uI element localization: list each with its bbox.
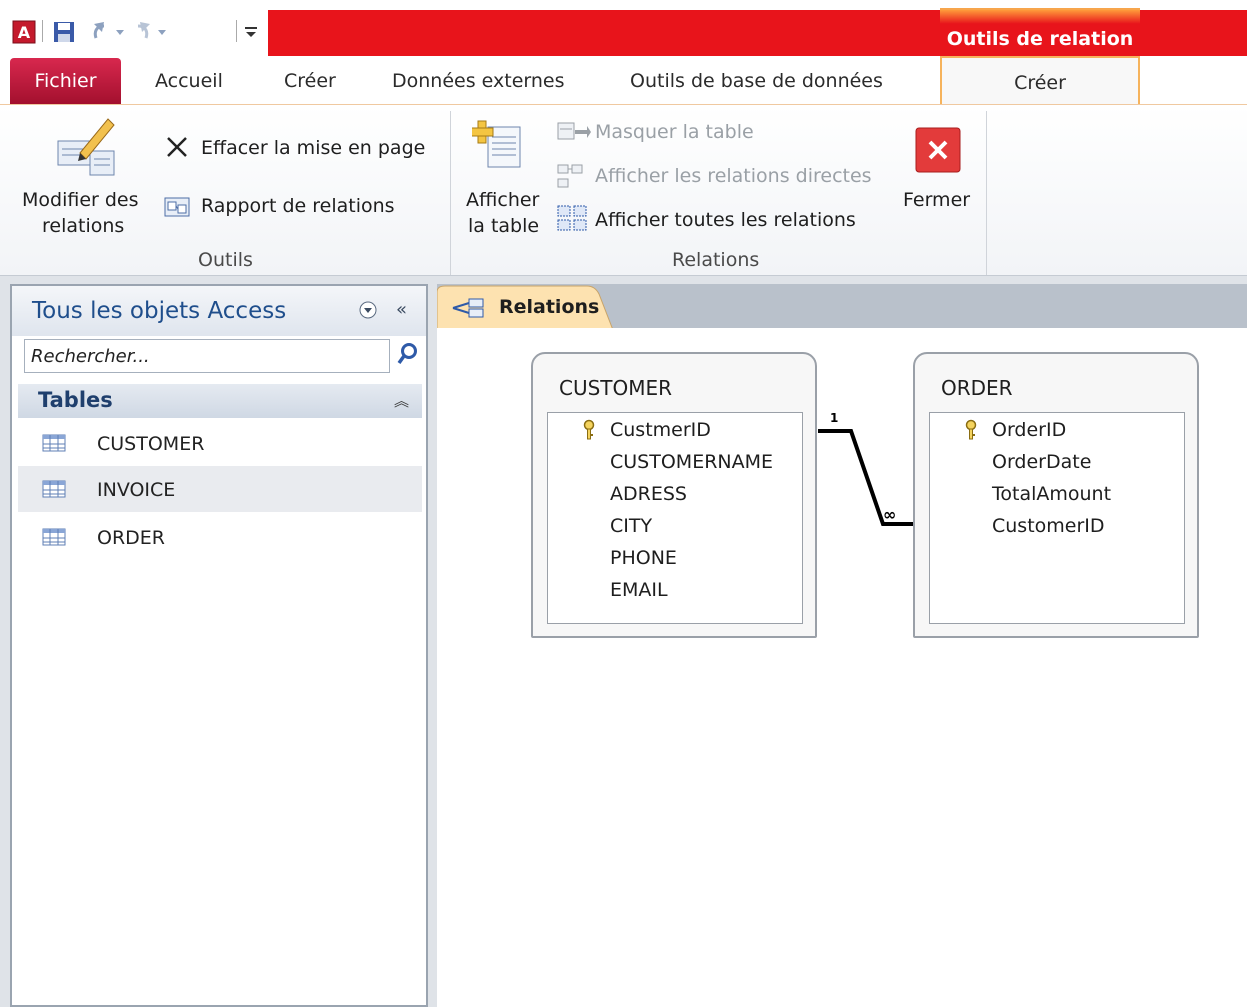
fermer-button[interactable]: Fermer bbox=[903, 189, 970, 211]
clear-layout-icon[interactable] bbox=[165, 135, 189, 163]
table-title[interactable]: ORDER bbox=[941, 376, 1013, 400]
nav-item-customer[interactable]: CUSTOMER bbox=[18, 420, 422, 466]
navigation-pane: Tous les objets Access « Tables ︽ CUSTOM… bbox=[10, 284, 428, 1007]
qat-separator bbox=[42, 20, 43, 42]
nav-item-order[interactable]: ORDER bbox=[18, 514, 422, 560]
afficher-toutes-relations-button[interactable]: Afficher toutes les relations bbox=[595, 209, 856, 231]
tab-outils-base-de-donnees[interactable]: Outils de base de données bbox=[630, 70, 883, 92]
nav-menu-dropdown-icon[interactable] bbox=[358, 300, 378, 324]
nav-item-label: ORDER bbox=[97, 527, 165, 549]
save-icon[interactable] bbox=[52, 20, 76, 48]
nav-item-invoice[interactable]: INVOICE bbox=[18, 466, 422, 512]
field-item[interactable]: CITY bbox=[610, 515, 652, 537]
all-relationships-icon[interactable] bbox=[557, 205, 591, 237]
field-item[interactable]: OrderDate bbox=[992, 451, 1091, 473]
quick-access-toolbar: A Outils de relation bbox=[0, 0, 1247, 56]
tab-creer-contextual[interactable]: Créer bbox=[940, 56, 1140, 106]
access-logo-icon[interactable]: A bbox=[12, 20, 36, 48]
modifier-relations-label-1[interactable]: Modifier des bbox=[22, 189, 139, 211]
direct-relationships-icon bbox=[557, 163, 591, 195]
tab-creer[interactable]: Créer bbox=[284, 70, 336, 92]
edit-relationships-icon[interactable] bbox=[50, 113, 122, 187]
afficher-table-label-1[interactable]: Afficher bbox=[466, 189, 539, 211]
field-item[interactable]: TotalAmount bbox=[992, 483, 1111, 505]
tab-creer-contextual-label: Créer bbox=[1014, 72, 1066, 94]
table-title[interactable]: CUSTOMER bbox=[559, 376, 672, 400]
ribbon: Modifier des relations Effacer la mise e… bbox=[0, 104, 1247, 276]
qat-separator bbox=[236, 20, 237, 42]
nav-group-tables[interactable]: Tables ︽ bbox=[18, 384, 422, 418]
nav-title[interactable]: Tous les objets Access bbox=[32, 298, 286, 324]
afficher-relations-directes-button: Afficher les relations directes bbox=[595, 165, 872, 187]
masquer-table-button: Masquer la table bbox=[595, 121, 754, 143]
show-table-icon[interactable] bbox=[470, 113, 528, 187]
undo-icon[interactable] bbox=[88, 20, 128, 48]
context-tab-header-label: Outils de relation bbox=[946, 28, 1134, 50]
relationship-canvas[interactable]: 1 ∞ CUSTOMER CustmerID CUSTOMERNAME ADRE… bbox=[437, 328, 1247, 1007]
field-item[interactable]: PHONE bbox=[610, 547, 677, 569]
redo-icon[interactable] bbox=[132, 20, 172, 48]
many-side-label: ∞ bbox=[883, 505, 896, 524]
close-red-icon[interactable] bbox=[915, 127, 961, 177]
tab-relations[interactable]: Relations bbox=[437, 284, 613, 330]
nav-header[interactable]: Tous les objets Access « bbox=[12, 286, 426, 336]
search-icon[interactable] bbox=[396, 342, 420, 370]
field-item[interactable]: CustmerID bbox=[610, 419, 711, 441]
field-item[interactable]: ADRESS bbox=[610, 483, 687, 505]
field-item[interactable]: OrderID bbox=[992, 419, 1066, 441]
relations-icon bbox=[451, 298, 485, 322]
table-icon bbox=[42, 434, 66, 456]
field-item[interactable]: EMAIL bbox=[610, 579, 668, 601]
key-icon bbox=[964, 419, 978, 445]
collapse-group-icon[interactable]: ︽ bbox=[394, 390, 409, 411]
customize-qat-icon[interactable] bbox=[244, 24, 258, 43]
ribbon-tabs: Fichier Accueil Créer Données externes O… bbox=[0, 56, 1247, 106]
tab-fichier[interactable]: Fichier bbox=[10, 58, 121, 104]
field-item[interactable]: CUSTOMERNAME bbox=[610, 451, 773, 473]
effacer-mise-en-page-button[interactable]: Effacer la mise en page bbox=[201, 137, 425, 159]
table-icon bbox=[42, 480, 66, 502]
nav-item-label: CUSTOMER bbox=[97, 433, 205, 455]
table-window-order[interactable]: ORDER OrderID OrderDate TotalAmount Cust… bbox=[913, 352, 1199, 638]
group-separator bbox=[450, 111, 451, 275]
afficher-table-label-2[interactable]: la table bbox=[468, 215, 539, 237]
nav-item-label: INVOICE bbox=[97, 479, 176, 501]
tab-accueil[interactable]: Accueil bbox=[155, 70, 223, 92]
one-side-label: 1 bbox=[830, 411, 838, 425]
tab-relations-label: Relations bbox=[499, 296, 600, 318]
rapport-relations-button[interactable]: Rapport de relations bbox=[201, 195, 395, 217]
logo-letter: A bbox=[18, 23, 31, 42]
collapse-pane-icon[interactable]: « bbox=[396, 299, 407, 320]
field-list: CustmerID CUSTOMERNAME ADRESS CITY PHONE… bbox=[547, 412, 803, 624]
group-separator bbox=[986, 111, 987, 275]
table-icon bbox=[42, 528, 66, 550]
modifier-relations-label-2[interactable]: relations bbox=[42, 215, 124, 237]
tab-donnees-externes[interactable]: Données externes bbox=[392, 70, 565, 92]
field-list: OrderID OrderDate TotalAmount CustomerID bbox=[929, 412, 1185, 624]
group-label-relations: Relations bbox=[672, 249, 760, 271]
group-label-outils: Outils bbox=[198, 249, 253, 271]
table-window-customer[interactable]: CUSTOMER CustmerID CUSTOMERNAME ADRESS C… bbox=[531, 352, 817, 638]
relationship-report-icon[interactable] bbox=[163, 195, 191, 223]
hide-table-icon bbox=[557, 121, 591, 147]
nav-group-label: Tables bbox=[38, 388, 113, 412]
key-icon bbox=[582, 419, 596, 445]
context-tab-header: Outils de relation bbox=[940, 8, 1140, 56]
search-input[interactable] bbox=[24, 339, 390, 373]
field-item[interactable]: CustomerID bbox=[992, 515, 1105, 537]
